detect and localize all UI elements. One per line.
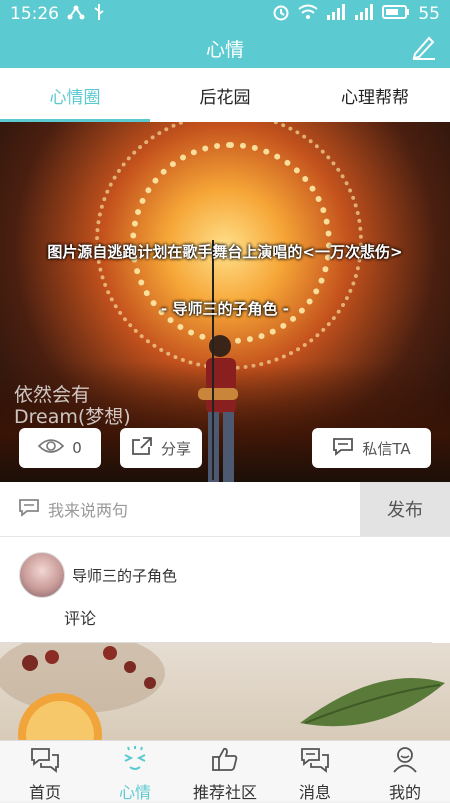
private-message-label: 私信TA [362, 439, 411, 458]
post-author-caption: - 导师三的子角色 - [161, 300, 289, 318]
post-caption: 图片源自逃跑计划在歌手舞台上演唱的<一万次悲伤> [47, 243, 403, 261]
tab-psych-help[interactable]: 心理帮帮 [300, 68, 450, 122]
bottom-nav: 首页 心情 推荐社区 消息 我的 [0, 740, 450, 802]
share-status-icon [67, 4, 85, 25]
edit-icon[interactable] [410, 34, 436, 60]
signal-icon [326, 3, 346, 25]
usb-icon [93, 3, 105, 26]
lyrics-line-2: Dream(梦想) [14, 406, 131, 428]
nav-home[interactable]: 首页 [0, 741, 90, 802]
signal-2-icon [354, 3, 374, 25]
private-message-button[interactable]: 私信TA [312, 428, 431, 468]
next-post-illustration [0, 643, 445, 740]
publish-button[interactable]: 发布 [360, 482, 450, 536]
avatar[interactable] [19, 552, 65, 598]
alarm-icon [272, 3, 290, 26]
mood-icon [119, 745, 151, 777]
comment-text: 评论 [64, 609, 97, 628]
person-icon [389, 745, 421, 777]
thumbs-up-icon [209, 745, 241, 777]
lyrics-watermark: 依然会有 Dream(梦想) [14, 384, 131, 428]
nav-home-label: 首页 [28, 783, 61, 802]
nav-messages-label: 消息 [298, 783, 331, 802]
eye-icon [38, 438, 65, 458]
nav-profile-label: 我的 [388, 783, 421, 802]
comment-bar: 我来说两句 发布 [0, 482, 450, 537]
comment-item: 导师三的子角色 评论 [0, 537, 450, 643]
message-icon [332, 436, 354, 460]
app-header: 心情 [0, 28, 450, 68]
tab-bar: 心情圈 后花园 心理帮帮 [0, 68, 450, 123]
nav-recommended-label: 推荐社区 [192, 783, 257, 802]
nav-messages[interactable]: 消息 [270, 741, 360, 802]
comment-input[interactable]: 我来说两句 [0, 482, 360, 536]
nav-profile[interactable]: 我的 [360, 741, 450, 802]
wifi-icon [298, 4, 318, 25]
next-post-image[interactable] [0, 643, 450, 740]
mic-stand [212, 240, 214, 480]
battery-icon [382, 4, 410, 24]
battery-level: 55 [418, 4, 440, 24]
share-button[interactable]: 分享 [120, 428, 202, 468]
page-title: 心情 [205, 38, 244, 61]
views-count: 0 [72, 439, 82, 457]
lyrics-line-1: 依然会有 [14, 384, 91, 406]
share-icon [131, 436, 153, 460]
tab-back-garden[interactable]: 后花园 [150, 68, 300, 122]
status-time: 15:26 [10, 4, 59, 24]
comment-username[interactable]: 导师三的子角色 [72, 565, 177, 586]
views-button[interactable]: 0 [19, 428, 101, 468]
status-bar: 15:26 55 [0, 0, 450, 28]
nav-recommended[interactable]: 推荐社区 [180, 741, 270, 802]
nav-mood[interactable]: 心情 [90, 741, 180, 802]
message-icon [299, 745, 331, 777]
comment-placeholder: 我来说两句 [48, 501, 129, 520]
tab-mood-circle[interactable]: 心情圈 [0, 68, 150, 122]
post-image[interactable]: 图片源自逃跑计划在歌手舞台上演唱的<一万次悲伤> - 导师三的子角色 - 依然会… [0, 122, 450, 482]
share-label: 分享 [160, 439, 191, 458]
chat-bubbles-icon [29, 745, 61, 777]
comment-icon [18, 497, 40, 521]
nav-mood-label: 心情 [118, 783, 151, 802]
